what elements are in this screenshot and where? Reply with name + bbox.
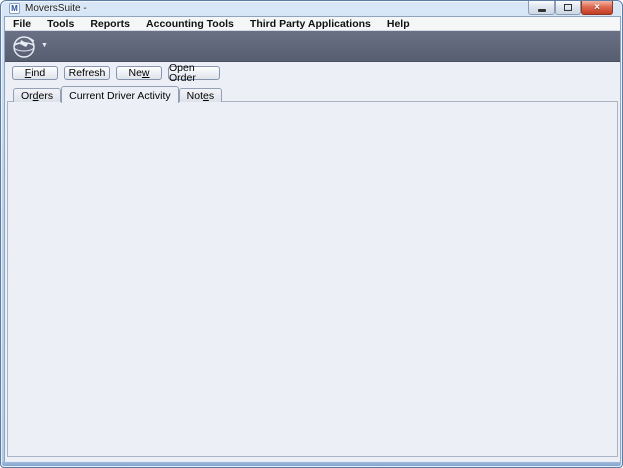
maximize-icon [564,4,572,11]
menu-tools[interactable]: Tools [39,18,82,30]
menu-accounting-tools[interactable]: Accounting Tools [138,18,242,30]
tab-notes[interactable]: Notes [179,88,222,102]
maximize-button[interactable] [555,1,581,15]
frame-bottom-edge [2,462,621,466]
moverssuite-globe-icon[interactable] [12,34,37,59]
tab-orders[interactable]: Orders [13,88,61,102]
window-title: MoversSuite - [25,3,87,14]
logo-toolbar: ▼ [5,31,620,62]
menu-help[interactable]: Help [379,18,418,30]
menu-bar: File Tools Reports Accounting Tools Thir… [5,17,620,31]
tab-current-driver-activity[interactable]: Current Driver Activity [61,86,179,103]
current-driver-activity-panel [7,101,618,457]
window-frame: M MoversSuite - × File Tools Reports Acc… [0,0,623,468]
title-bar[interactable]: M MoversSuite - × [1,1,622,16]
tab-strip: Orders Current Driver Activity Notes [13,86,222,102]
logo-dropdown-icon[interactable]: ▼ [41,42,48,49]
menu-third-party-applications[interactable]: Third Party Applications [242,18,379,30]
new-button[interactable]: New [116,66,162,80]
menu-file[interactable]: File [5,18,39,30]
find-button[interactable]: Find [12,66,58,80]
refresh-button[interactable]: Refresh [64,66,110,80]
close-icon: × [594,3,600,13]
open-order-button[interactable]: Open Order [168,66,220,80]
app-icon: M [9,3,20,14]
moverssuite-window: M MoversSuite - × File Tools Reports Acc… [0,0,623,468]
minimize-icon [538,9,546,12]
close-button[interactable]: × [581,1,613,15]
menu-reports[interactable]: Reports [82,18,138,30]
minimize-button[interactable] [528,1,555,15]
